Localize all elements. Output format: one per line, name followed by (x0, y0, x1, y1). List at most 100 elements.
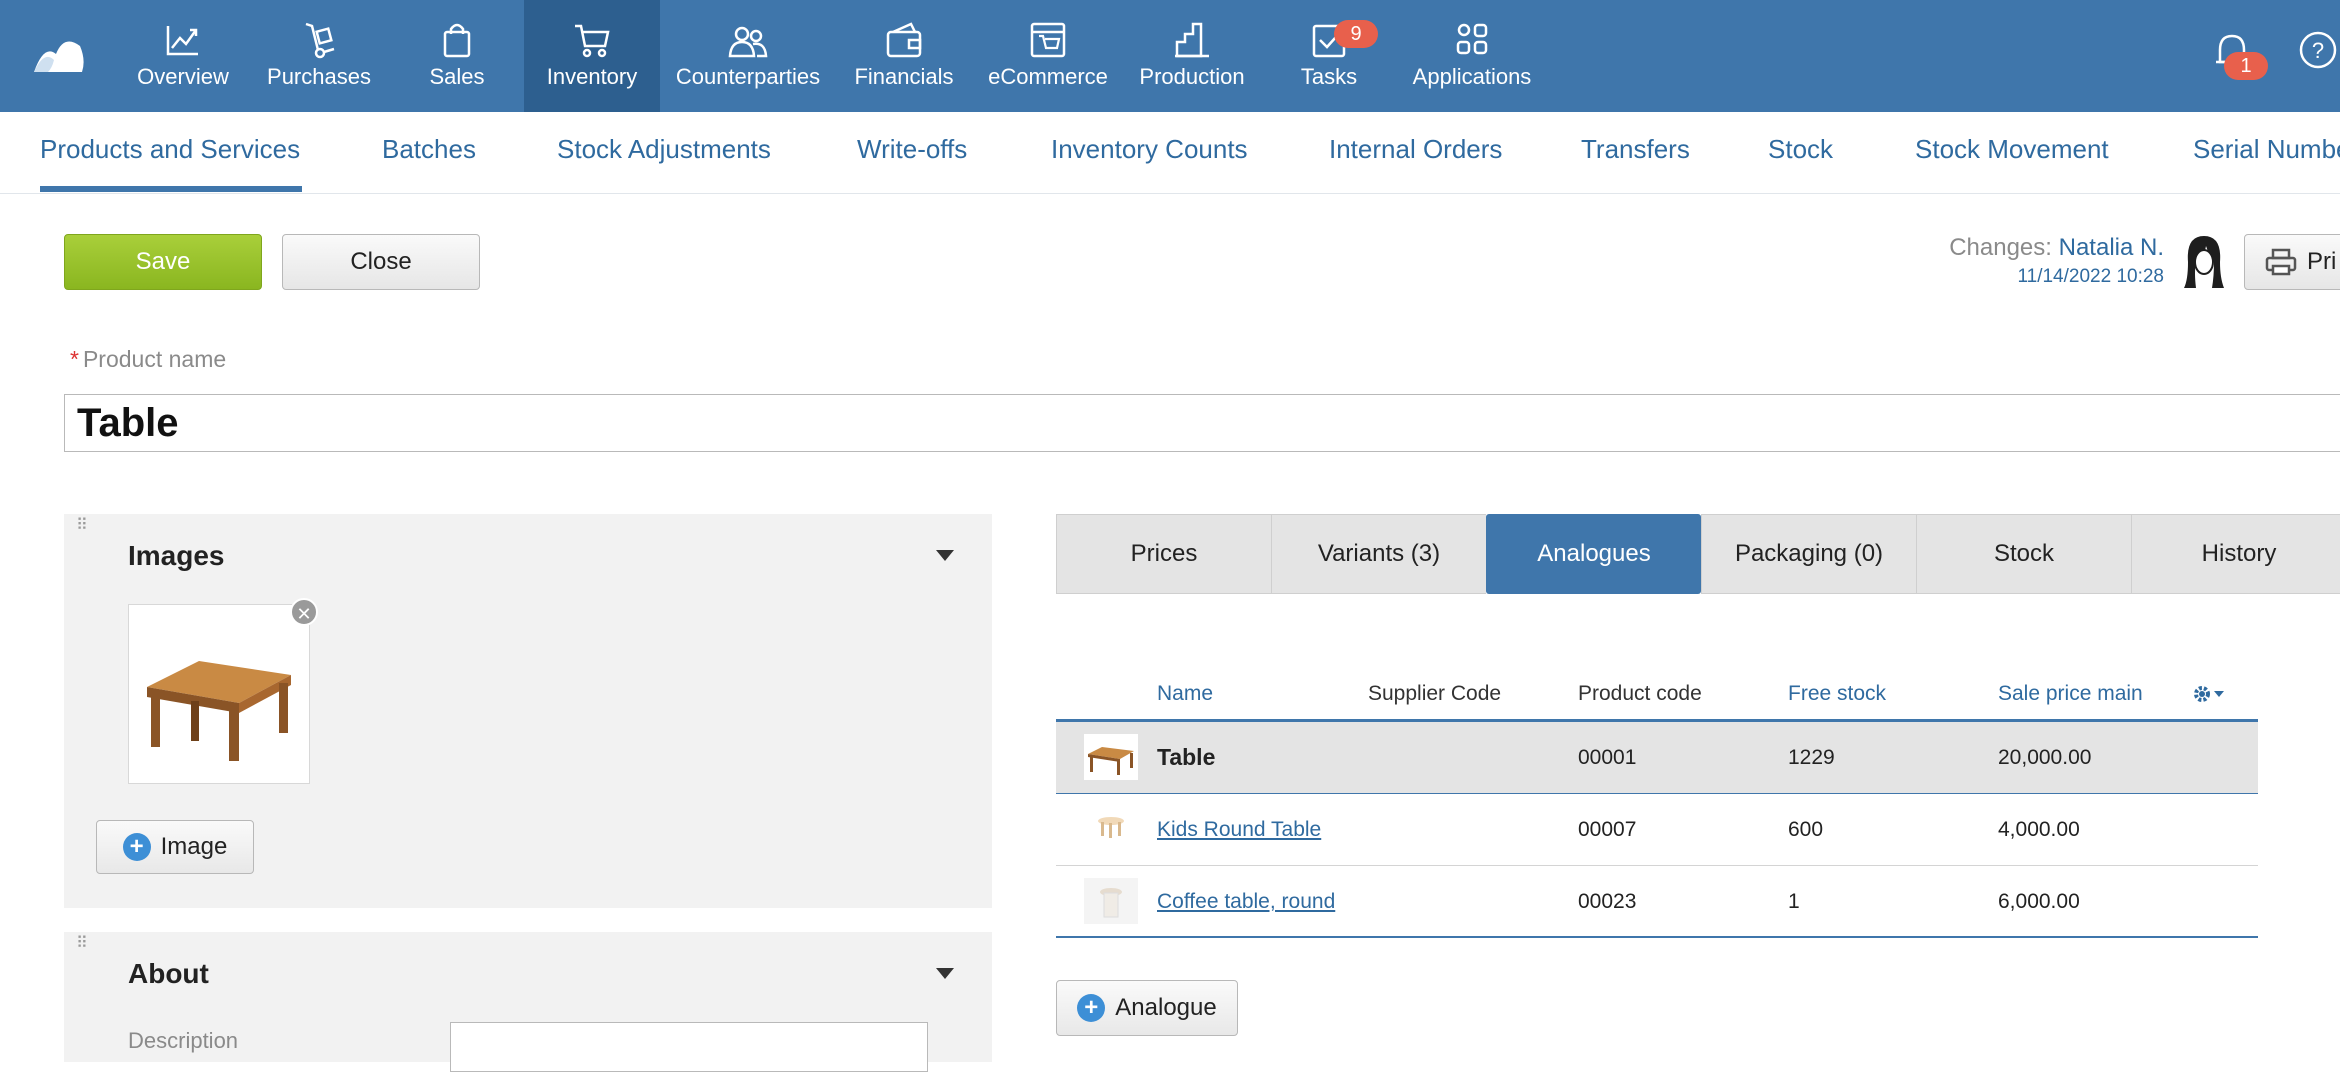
nav-counterparties[interactable]: Counterparties (666, 0, 830, 112)
printer-icon (2265, 248, 2297, 276)
column-settings-button[interactable] (2192, 684, 2224, 704)
people-icon (728, 26, 768, 58)
nav-sales[interactable]: Sales (396, 0, 518, 112)
cart-icon (575, 24, 610, 58)
top-navigation: Overview Purchases Sales Inventory Count… (0, 0, 2340, 112)
chevron-down-icon[interactable] (936, 968, 954, 979)
column-header-supplier-code[interactable]: Supplier Code (1368, 682, 1501, 706)
product-thumbnail (1084, 734, 1138, 780)
table-row[interactable]: Coffee table, round 00023 1 6,000.00 (1056, 866, 2258, 938)
images-panel: ⠿ Images ✕ + Image (64, 514, 992, 908)
product-image-thumbnail[interactable] (128, 604, 310, 784)
subtab-inventory-counts[interactable]: Inventory Counts (1051, 134, 1248, 165)
product-tabs: Prices Variants (3) Analogues Packaging … (1056, 514, 2340, 594)
subtab-internal-orders[interactable]: Internal Orders (1329, 134, 1502, 165)
add-image-label: Image (160, 833, 228, 860)
subtab-stock[interactable]: Stock (1768, 134, 1833, 165)
row-name-link[interactable]: Kids Round Table (1157, 818, 1321, 842)
tab-analogues[interactable]: Analogues (1486, 514, 1701, 594)
product-name-input[interactable]: Table (64, 394, 2340, 452)
sub-navigation: Products and Services Batches Stock Adju… (0, 112, 2340, 194)
images-panel-title: Images (128, 540, 225, 571)
nav-financials[interactable]: Financials (842, 0, 966, 112)
about-panel-title: About (128, 958, 209, 989)
column-header-product-code[interactable]: Product code (1578, 682, 1702, 706)
changes-timestamp: 11/14/2022 10:28 (2017, 266, 2164, 287)
table-row[interactable]: Table 00001 1229 20,000.00 (1056, 722, 2258, 794)
row-free-stock: 1 (1788, 890, 1800, 913)
nav-tasks-label: Tasks (1300, 64, 1358, 89)
nav-purchases-label: Purchases (267, 64, 371, 89)
table-header: Name Supplier Code Product code Free sto… (1056, 668, 2258, 722)
product-thumbnail (1084, 806, 1138, 852)
plus-icon: + (122, 833, 151, 861)
print-button-label: Pri (2307, 248, 2337, 275)
row-free-stock: 1229 (1788, 746, 1835, 769)
nav-sales-label: Sales (429, 64, 485, 89)
analogues-table: Name Supplier Code Product code Free sto… (1056, 668, 2258, 938)
nav-ecommerce[interactable]: eCommerce (978, 0, 1118, 112)
tasks-badge: 9 (1334, 20, 1378, 48)
changes-user-link[interactable]: Natalia N. (2059, 234, 2164, 261)
factory-icon (1175, 22, 1209, 58)
product-thumbnail (1084, 878, 1138, 924)
hand-truck-icon (305, 22, 335, 59)
row-sale-price: 20,000.00 (1998, 746, 2092, 769)
nav-overview-label: Overview (137, 64, 229, 89)
app-logo[interactable] (30, 36, 86, 76)
nav-counterparties-label: Counterparties (675, 64, 821, 89)
add-analogue-button[interactable]: + Analogue (1056, 980, 1238, 1036)
avatar[interactable] (2180, 232, 2228, 292)
column-header-sale-price[interactable]: Sale price main (1998, 682, 2143, 706)
help-icon[interactable]: ? (2298, 30, 2338, 70)
changes-info: Changes: Natalia N. 11/14/2022 10:28 (1949, 234, 2164, 288)
subtab-write-offs[interactable]: Write-offs (857, 134, 967, 165)
column-header-free-stock[interactable]: Free stock (1788, 682, 1886, 706)
gear-icon (2194, 686, 2210, 702)
tab-prices[interactable]: Prices (1056, 514, 1271, 594)
add-analogue-label: Analogue (1115, 994, 1217, 1021)
nav-production-label: Production (1139, 64, 1245, 89)
subtab-batches[interactable]: Batches (382, 134, 476, 165)
nav-production[interactable]: Production (1130, 0, 1254, 112)
subtab-stock-movement[interactable]: Stock Movement (1915, 134, 2109, 165)
subtab-stock-adjustments[interactable]: Stock Adjustments (557, 134, 771, 165)
nav-applications[interactable]: Applications (1404, 0, 1540, 112)
subtab-serial-numbers[interactable]: Serial Numbe (2193, 134, 2340, 165)
description-field[interactable] (450, 1022, 928, 1072)
row-name-link[interactable]: Coffee table, round (1157, 890, 1335, 914)
row-sale-price: 6,000.00 (1998, 890, 2080, 913)
table-row[interactable]: Kids Round Table 00007 600 4,000.00 (1056, 794, 2258, 866)
tab-variants[interactable]: Variants (3) (1271, 514, 1486, 594)
remove-image-icon[interactable]: ✕ (290, 598, 318, 626)
nav-applications-label: Applications (1412, 64, 1532, 89)
row-product-code: 00023 (1578, 890, 1637, 913)
product-name-label-text: Product name (82, 346, 227, 372)
plus-icon: + (1077, 994, 1106, 1022)
nav-overview[interactable]: Overview (122, 0, 244, 112)
row-name: Table (1157, 744, 1216, 770)
changes-label: Changes: (1949, 234, 2052, 261)
shop-icon (1030, 22, 1066, 58)
tab-history[interactable]: History (2131, 514, 2340, 594)
nav-inventory-label: Inventory (546, 64, 638, 89)
tab-packaging[interactable]: Packaging (0) (1701, 514, 1916, 594)
print-button[interactable]: Pri (2244, 234, 2340, 290)
close-button[interactable]: Close (282, 234, 480, 290)
drag-handle[interactable]: ⠿ (76, 518, 89, 534)
chevron-down-icon[interactable] (936, 550, 954, 561)
nav-financials-label: Financials (854, 64, 954, 89)
chart-line-icon (166, 26, 198, 56)
required-mark: * (70, 346, 79, 372)
nav-purchases[interactable]: Purchases (258, 0, 380, 112)
nav-tasks[interactable]: Tasks (1272, 0, 1386, 112)
apps-icon (1456, 23, 1488, 55)
subtab-transfers[interactable]: Transfers (1581, 134, 1690, 165)
add-image-button[interactable]: + Image (96, 820, 254, 874)
nav-inventory[interactable]: Inventory (524, 0, 660, 112)
tab-stock[interactable]: Stock (1916, 514, 2131, 594)
column-header-name[interactable]: Name (1157, 682, 1213, 706)
drag-handle[interactable]: ⠿ (76, 936, 89, 952)
save-button[interactable]: Save (64, 234, 262, 290)
subtab-products-and-services[interactable]: Products and Services (40, 134, 300, 165)
